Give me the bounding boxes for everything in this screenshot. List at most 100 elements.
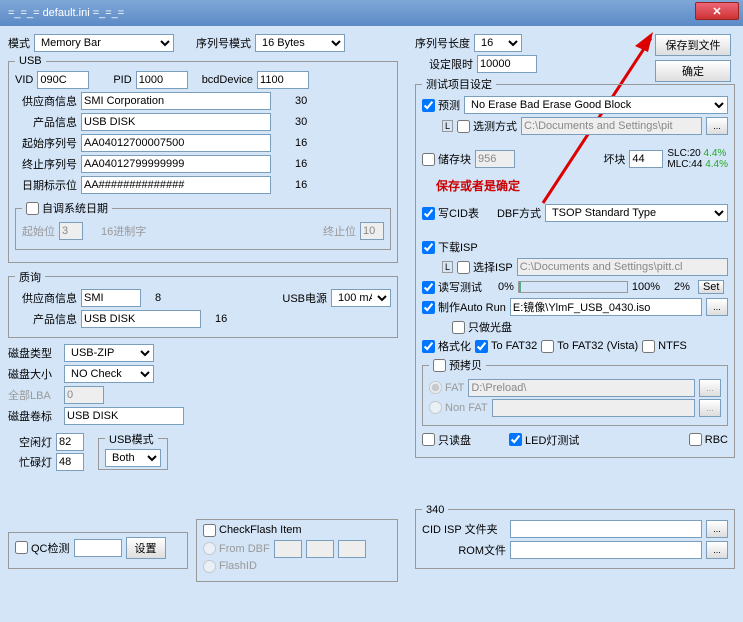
storage-input bbox=[475, 150, 515, 168]
disk-label-label: 磁盘卷标 bbox=[8, 408, 60, 424]
cid-isp-label: CID ISP 文件夹 bbox=[422, 521, 506, 537]
sel-browse-button[interactable]: ... bbox=[706, 117, 728, 135]
usb-mode-select[interactable]: Both bbox=[105, 449, 161, 467]
autorun-browse-button[interactable]: ... bbox=[706, 298, 728, 316]
cid-browse-button[interactable]: ... bbox=[706, 520, 728, 538]
only-cd-check[interactable] bbox=[452, 321, 465, 334]
end-sn-input[interactable] bbox=[81, 155, 271, 173]
serial-mode-select[interactable]: 16 Bytes bbox=[255, 34, 345, 52]
bcd-input[interactable] bbox=[257, 71, 309, 89]
precopy-check[interactable] bbox=[433, 359, 446, 372]
n30a: 30 bbox=[295, 95, 307, 107]
q-product-input[interactable] bbox=[81, 310, 201, 328]
mode-label: 模式 bbox=[8, 35, 30, 51]
pretest-check[interactable] bbox=[422, 99, 435, 112]
rbc-check[interactable] bbox=[689, 433, 702, 446]
rw-test-check[interactable] bbox=[422, 281, 435, 294]
idle-led-label: 空闲灯 bbox=[8, 434, 52, 450]
led-test-check[interactable] bbox=[509, 433, 522, 446]
auto-date-group: 自调系统日期 起始位 16进制字 终止位 bbox=[15, 200, 391, 250]
rw-test-label: 读写测试 bbox=[438, 279, 482, 295]
start-pos-label: 起始位 bbox=[22, 223, 55, 239]
vid-label: VID bbox=[15, 74, 33, 86]
qc-check[interactable] bbox=[15, 541, 28, 554]
write-cid-check[interactable] bbox=[422, 207, 435, 220]
product-label: 产品信息 bbox=[15, 114, 77, 130]
q-vendor-label: 供应商信息 bbox=[15, 290, 77, 306]
dbf-mode-label: DBF方式 bbox=[497, 205, 541, 221]
red-note: 保存或者是确定 bbox=[422, 177, 728, 194]
mode-select[interactable]: Memory Bar bbox=[34, 34, 174, 52]
select-isp-check[interactable] bbox=[457, 261, 470, 274]
start-sn-input[interactable] bbox=[81, 134, 271, 152]
rom-browse-button[interactable]: ... bbox=[706, 541, 728, 559]
bad-input[interactable] bbox=[629, 150, 663, 168]
date-mark-input[interactable] bbox=[81, 176, 271, 194]
download-isp-check[interactable] bbox=[422, 241, 435, 254]
all-lba-label: 全部LBA bbox=[8, 387, 60, 403]
erase-select[interactable]: No Erase Bad Erase Good Block bbox=[464, 96, 728, 114]
q16: 16 bbox=[215, 313, 227, 325]
readonly-check[interactable] bbox=[422, 433, 435, 446]
fat32v-check[interactable] bbox=[541, 340, 554, 353]
pid-label: PID bbox=[113, 74, 131, 86]
checkflash-check[interactable] bbox=[203, 524, 216, 537]
dbf3 bbox=[338, 540, 366, 558]
ntfs-check[interactable] bbox=[642, 340, 655, 353]
auto-date-check[interactable] bbox=[26, 202, 39, 215]
query-legend: 质询 bbox=[15, 269, 45, 285]
autorun-check[interactable] bbox=[422, 301, 435, 314]
pretest-label: 预测 bbox=[438, 97, 460, 113]
usb-power-select[interactable]: 100 mA bbox=[331, 289, 391, 307]
pid-input[interactable] bbox=[136, 71, 188, 89]
product-input[interactable] bbox=[81, 113, 271, 131]
storage-label: 储存块 bbox=[438, 151, 471, 167]
isp-path-input bbox=[517, 258, 728, 276]
qc-input[interactable] bbox=[74, 539, 122, 557]
start-sn-label: 起始序列号 bbox=[15, 135, 77, 151]
format-check[interactable] bbox=[422, 340, 435, 353]
close-button[interactable]: ✕ bbox=[695, 2, 739, 20]
usb-group: USB VID PID bcdDevice 供应商信息30 产品信息30 起始序… bbox=[8, 55, 398, 263]
vendor-input[interactable] bbox=[81, 92, 271, 110]
flashid-label: FlashID bbox=[219, 560, 257, 572]
precopy-label: 预拷贝 bbox=[449, 357, 482, 373]
hex-char-label: 16进制字 bbox=[101, 223, 146, 239]
serial-len-select[interactable]: 16 bbox=[474, 34, 522, 52]
vid-input[interactable] bbox=[37, 71, 89, 89]
end-sn-label: 终止序列号 bbox=[15, 156, 77, 172]
write-cid-label: 写CID表 bbox=[438, 205, 479, 221]
q-vendor-input[interactable] bbox=[81, 289, 141, 307]
serial-mode-label: 序列号模式 bbox=[196, 35, 251, 51]
nonfat-browse-button: ... bbox=[699, 399, 721, 417]
storage-check[interactable] bbox=[422, 153, 435, 166]
cid-isp-input[interactable] bbox=[510, 520, 702, 538]
fat-label: FAT bbox=[445, 382, 464, 394]
usb-power-label: USB电源 bbox=[282, 290, 327, 306]
autorun-path-input[interactable] bbox=[510, 298, 702, 316]
set2-button[interactable]: Set bbox=[698, 280, 725, 294]
sel-method-check[interactable] bbox=[457, 120, 470, 133]
flashid-radio bbox=[203, 560, 216, 573]
checkflash-label: CheckFlash Item bbox=[219, 524, 302, 536]
mlc-pct: 4.4% bbox=[705, 159, 728, 170]
disk-type-select[interactable]: USB-ZIP bbox=[64, 344, 154, 362]
n340-group: 340 CID ISP 文件夹... ROM文件... bbox=[415, 504, 735, 569]
from-dbf-label: From DBF bbox=[219, 543, 270, 555]
dbf-mode-select[interactable]: TSOP Standard Type bbox=[545, 204, 728, 222]
rom-file-input[interactable] bbox=[510, 541, 702, 559]
idle-led-input[interactable] bbox=[56, 433, 84, 451]
busy-led-input[interactable] bbox=[56, 453, 84, 471]
nonfat-path-input bbox=[492, 399, 695, 417]
set-limit-input[interactable] bbox=[477, 55, 537, 73]
start-pos-input bbox=[59, 222, 83, 240]
end-pos-input bbox=[360, 222, 384, 240]
test-settings-legend: 测试项目设定 bbox=[422, 76, 496, 92]
fat32-check[interactable] bbox=[475, 340, 488, 353]
disk-size-select[interactable]: NO Check bbox=[64, 365, 154, 383]
qc-set-button[interactable]: 设置 bbox=[126, 537, 166, 559]
progress-bar bbox=[518, 281, 628, 293]
disk-label-input[interactable] bbox=[64, 407, 184, 425]
preload-path-input bbox=[468, 379, 695, 397]
p0: 0% bbox=[498, 281, 514, 293]
